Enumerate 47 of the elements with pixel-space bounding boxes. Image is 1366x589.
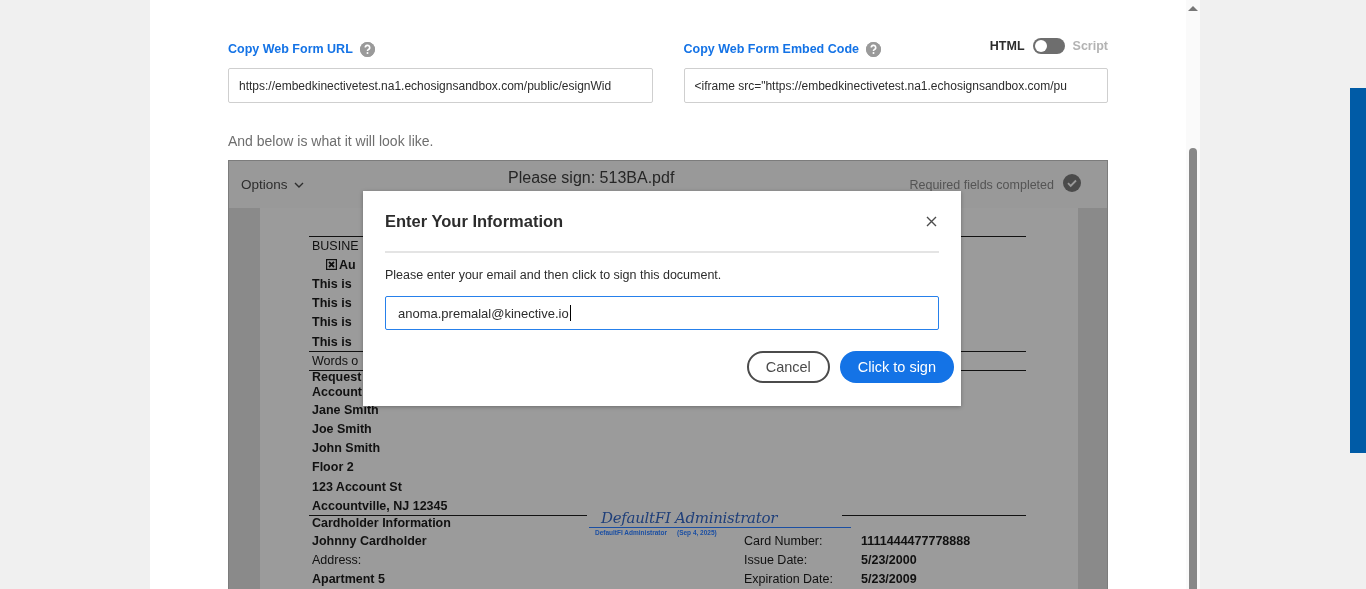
status-text: Required fields completed — [909, 177, 1054, 192]
signature: DefaultFI Administrator — [589, 505, 851, 528]
dialog-title: Enter Your Information — [385, 211, 564, 231]
document-text: This is — [312, 296, 352, 311]
field-label: Copy Web Form URL — [228, 42, 353, 56]
document-text: 123 Account St — [312, 479, 402, 494]
field-value: 1111444477778888 — [861, 534, 971, 549]
document-text: Jane Smith — [312, 402, 379, 417]
document-text: Cardholder Information — [312, 516, 451, 532]
sign-button[interactable]: Click to sign — [839, 351, 954, 383]
dialog-message: Please enter your email and then click to sign this document. — [385, 268, 723, 282]
document-text: BUSINE — [312, 238, 359, 253]
document-title: Please sign: 513BA.pdf — [508, 168, 675, 187]
document-text: Words o — [312, 353, 359, 368]
format-switch[interactable] — [1032, 38, 1065, 54]
chevron-down-icon — [293, 181, 304, 188]
document-text: This is — [312, 315, 352, 330]
email-field[interactable]: anoma.premalal@kinective.io — [385, 296, 939, 330]
field-label: Copy Web Form Embed Code — [683, 42, 859, 56]
document-text: Request — [312, 370, 362, 386]
scrollbar[interactable] — [1186, 0, 1200, 589]
field-value: 5/23/2009 — [861, 572, 917, 587]
close-icon[interactable] — [926, 215, 937, 227]
document-text: Johnny Cardholder — [312, 534, 427, 549]
document-text: John Smith — [312, 441, 381, 456]
document-text: Floor 2 — [312, 460, 354, 475]
document-text: Apartment 5 — [312, 572, 385, 587]
cancel-button[interactable]: Cancel — [746, 351, 830, 383]
field-name: Expiration Date: — [744, 572, 833, 587]
document-text: Joe Smith — [312, 422, 372, 437]
document-text: Accountville, NJ 12345 — [312, 498, 448, 513]
toggle-label: HTML — [989, 39, 1025, 53]
help-icon[interactable] — [866, 41, 881, 57]
document-text: This is — [312, 334, 352, 349]
document-text: This is — [312, 276, 352, 291]
document-text: Address: — [312, 553, 362, 568]
toggle-label: Script — [1072, 39, 1108, 53]
field-name: Issue Date: — [744, 553, 808, 568]
options-menu[interactable]: Options — [241, 177, 304, 192]
field-value: 5/23/2000 — [861, 553, 917, 568]
field-name: Card Number: — [744, 534, 823, 549]
preview-caption: And below is what it will look like. — [228, 133, 435, 149]
embed-code-field[interactable]: <iframe src="https://embedkinectivetest.na1.echosignsandbox.com/pu — [683, 68, 1108, 103]
url-field[interactable]: https://embedkinectivetest.na1.echosignsandbox.com/public/esignWid — [228, 68, 653, 103]
help-icon[interactable] — [359, 41, 375, 57]
document-text: Account — [312, 385, 362, 401]
document-text: Au — [339, 257, 356, 272]
